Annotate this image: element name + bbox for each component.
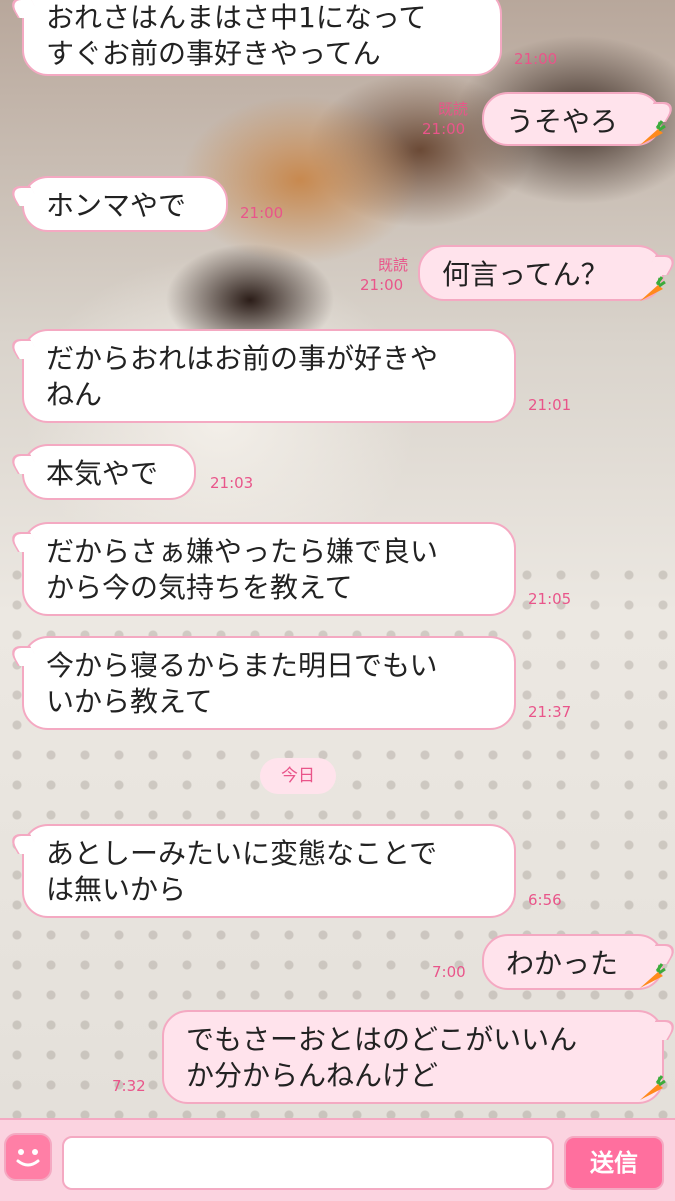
incoming-message[interactable]: だからおれはお前の事が好きや ねん [22, 329, 516, 423]
smiley-face-icon [16, 1149, 40, 1167]
incoming-message[interactable]: 今から寝るからまた明日でもい いから教えて [22, 636, 516, 730]
read-receipt: 既読 [377, 256, 408, 274]
carrot-icon [640, 963, 666, 988]
message-time: 21:05 [528, 590, 572, 608]
send-button[interactable]: 送信 [564, 1136, 664, 1190]
outgoing-message[interactable]: 何言ってん？ [418, 245, 664, 301]
incoming-message[interactable]: だからさぁ嫌やったら嫌で良い から今の気持ちを教えて [22, 522, 516, 616]
outgoing-message[interactable]: うそやろ [482, 92, 662, 146]
message-time: 21:37 [528, 703, 572, 721]
incoming-message[interactable]: おれさはんまはさ中1になって すぐお前の事好きやってん [22, 0, 502, 76]
message-time: 7:32 [112, 1077, 146, 1095]
message-time: 21:00 [240, 204, 284, 222]
message-time: 21:01 [528, 396, 572, 414]
incoming-message[interactable]: あとしーみたいに変態なことで は無いから [22, 824, 516, 918]
carrot-icon [640, 120, 666, 145]
date-separator: 今日 [260, 758, 336, 794]
incoming-message[interactable]: ホンマやで [22, 176, 228, 232]
read-receipt: 既読 [437, 100, 468, 118]
message-time: 21:00 [422, 120, 466, 138]
sticker-button[interactable] [4, 1133, 52, 1181]
carrot-icon [640, 276, 666, 301]
message-time: 7:00 [432, 963, 466, 981]
message-time: 21:00 [360, 276, 404, 294]
message-input[interactable] [62, 1136, 554, 1190]
message-time: 21:00 [514, 50, 558, 68]
incoming-message[interactable]: 本気やで [22, 444, 196, 500]
carrot-icon [640, 1075, 666, 1100]
message-time: 21:03 [210, 474, 254, 492]
message-time: 6:56 [528, 891, 562, 909]
outgoing-message[interactable]: でもさーおとはのどこがいいん か分からんねんけど [162, 1010, 664, 1104]
